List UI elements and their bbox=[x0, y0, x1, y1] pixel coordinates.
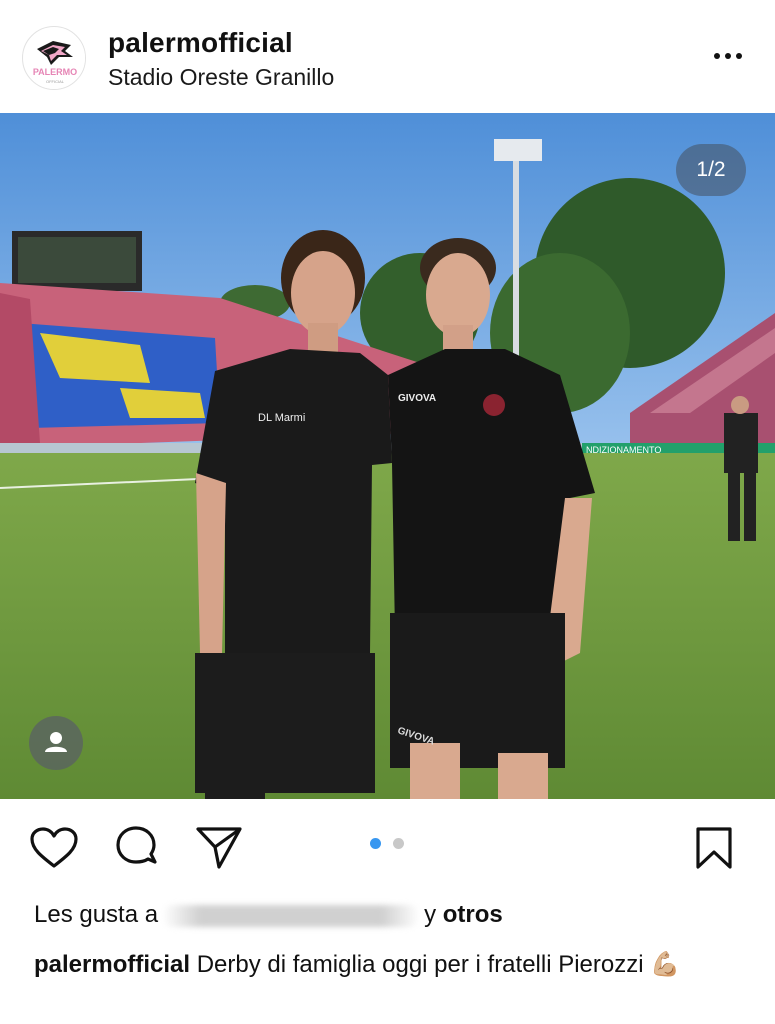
comment-button[interactable] bbox=[113, 824, 161, 877]
caption-username[interactable]: palermofficial bbox=[34, 951, 190, 978]
more-options-button[interactable] bbox=[708, 44, 748, 68]
tagged-users-button[interactable] bbox=[29, 716, 83, 770]
comment-bubble-icon bbox=[116, 826, 157, 864]
likes-line[interactable]: Les gusta a y otros bbox=[34, 901, 503, 929]
svg-text:NDIZIONAMENTO: NDIZIONAMENTO bbox=[586, 445, 661, 455]
blurred-username bbox=[162, 904, 421, 927]
share-button[interactable] bbox=[195, 825, 243, 876]
carousel-dot-active bbox=[370, 838, 381, 849]
svg-text:PALERMO: PALERMO bbox=[33, 67, 77, 77]
stadium-photo: DL Marmi GIVOVA GIVOVA NDIZIONAMENTO bbox=[0, 113, 775, 799]
paper-plane-icon bbox=[196, 827, 242, 869]
action-bar bbox=[0, 800, 775, 892]
caption-text: Derby di famiglia oggi per i fratelli Pi… bbox=[196, 951, 644, 978]
save-button[interactable] bbox=[694, 826, 734, 875]
image-counter-badge: 1/2 bbox=[676, 144, 746, 196]
heart-icon bbox=[30, 827, 78, 868]
post-location[interactable]: Stadio Oreste Granillo bbox=[108, 64, 334, 91]
post-caption: palermofficial Derby di famiglia oggi pe… bbox=[34, 948, 754, 981]
post-username[interactable]: palermofficial bbox=[108, 27, 293, 59]
svg-text:OFFICIAL: OFFICIAL bbox=[46, 79, 65, 84]
bookmark-icon bbox=[696, 827, 732, 869]
post-header: PALERMO OFFICIAL palermofficial Stadio O… bbox=[0, 0, 775, 112]
like-button[interactable] bbox=[29, 826, 79, 875]
svg-text:GIVOVA: GIVOVA bbox=[398, 393, 436, 404]
likes-others-link[interactable]: otros bbox=[443, 901, 503, 928]
flexed-biceps-emoji: 💪🏼 bbox=[650, 951, 681, 978]
likes-connector: y bbox=[424, 901, 437, 928]
svg-text:DL Marmi: DL Marmi bbox=[258, 412, 305, 424]
likes-prefix: Les gusta a bbox=[34, 901, 159, 928]
more-horizontal-icon bbox=[714, 53, 720, 59]
user-tag-icon bbox=[45, 732, 67, 752]
post-photo[interactable]: DL Marmi GIVOVA GIVOVA NDIZIONAMENTO bbox=[0, 113, 775, 799]
carousel-dot bbox=[393, 838, 404, 849]
palermo-logo-icon: PALERMO OFFICIAL bbox=[24, 28, 85, 89]
profile-avatar[interactable]: PALERMO OFFICIAL bbox=[22, 26, 86, 90]
